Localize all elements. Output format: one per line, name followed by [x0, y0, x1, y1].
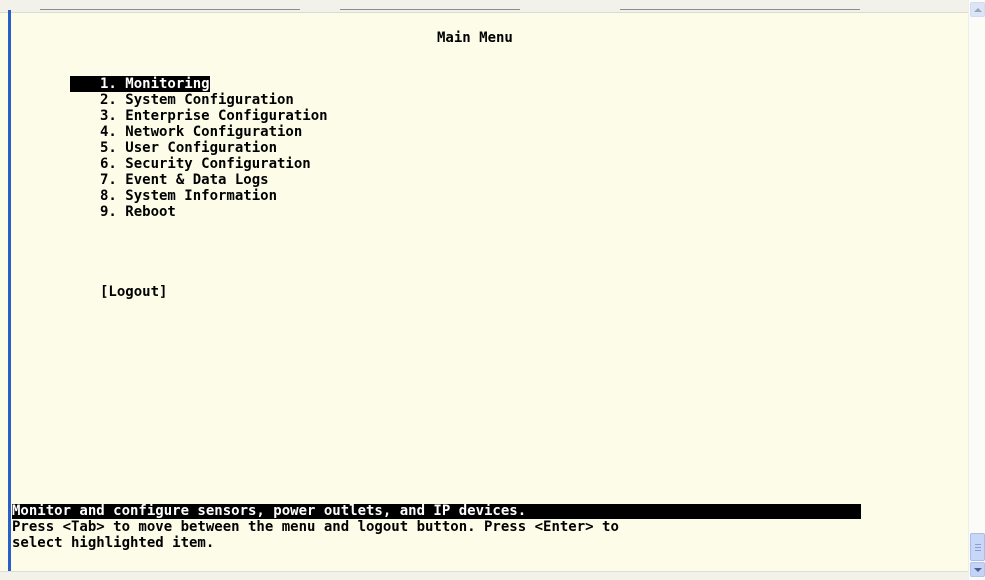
menu-item-label: 2. System Configuration — [100, 92, 294, 108]
help-text-line-1: Press <Tab> to move between the menu and… — [12, 519, 619, 535]
menu-item-label: 7. Event & Data Logs — [100, 172, 269, 188]
faded-line — [620, 9, 860, 10]
page-title: Main Menu — [437, 30, 513, 46]
grip-line — [975, 547, 981, 548]
menu-item-label: 9. Reboot — [100, 204, 176, 220]
grip-line — [975, 544, 981, 545]
bottom-strip — [0, 571, 968, 580]
menu-item-label: 5. User Configuration — [100, 140, 278, 156]
status-description: Monitor and configure sensors, power out… — [12, 504, 861, 519]
scrollbar-thumb[interactable] — [970, 533, 985, 561]
window-left-border — [8, 10, 11, 580]
chevron-down-icon — [973, 567, 982, 572]
menu-item-label: 4. Network Configuration — [100, 124, 303, 140]
menu-item-label: 6. Security Configuration — [100, 156, 311, 172]
menu-item-label: 1. Monitoring — [70, 76, 210, 92]
chevron-up-icon — [973, 7, 982, 12]
scroll-up-button[interactable] — [970, 2, 985, 17]
menu-item-event-data-logs[interactable]: 7. Event & Data Logs — [70, 172, 328, 188]
menu-item-network-configuration[interactable]: 4. Network Configuration — [70, 124, 328, 140]
menu-item-enterprise-configuration[interactable]: 3. Enterprise Configuration — [70, 108, 328, 124]
faded-line — [340, 9, 520, 10]
menu-item-system-information[interactable]: 8. System Information — [70, 188, 328, 204]
menu-item-label: 3. Enterprise Configuration — [100, 108, 328, 124]
scroll-down-button[interactable] — [970, 562, 985, 577]
terminal-screen: Main Menu 1. Monitoring 2. System Config… — [0, 0, 968, 580]
faded-line — [40, 9, 300, 10]
menu-item-security-configuration[interactable]: 6. Security Configuration — [70, 156, 328, 172]
help-text-line-2: select highlighted item. — [12, 535, 215, 551]
vertical-scrollbar[interactable] — [968, 0, 985, 580]
logout-button[interactable]: [Logout] — [100, 284, 167, 300]
menu-item-monitoring[interactable]: 1. Monitoring — [70, 76, 328, 92]
main-menu: 1. Monitoring 2. System Configuration 3.… — [70, 76, 328, 220]
menu-item-user-configuration[interactable]: 5. User Configuration — [70, 140, 328, 156]
top-strip — [0, 0, 968, 13]
terminal-window: Main Menu 1. Monitoring 2. System Config… — [0, 0, 985, 580]
menu-item-reboot[interactable]: 9. Reboot — [70, 204, 328, 220]
grip-line — [975, 550, 981, 551]
menu-item-label: 8. System Information — [100, 188, 278, 204]
menu-item-system-configuration[interactable]: 2. System Configuration — [70, 92, 328, 108]
